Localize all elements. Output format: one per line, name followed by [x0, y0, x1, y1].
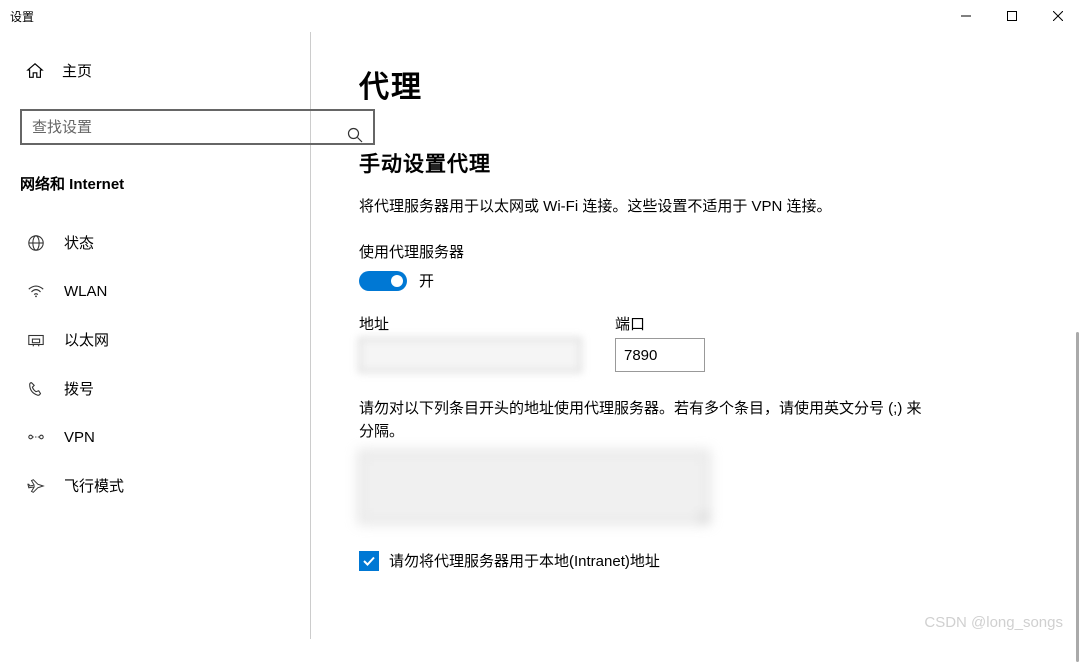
- port-input[interactable]: [615, 338, 705, 372]
- checkbox-label: 请勿将代理服务器用于本地(Intranet)地址: [389, 550, 660, 571]
- search-input[interactable]: [32, 119, 363, 136]
- exceptions-input[interactable]: [359, 451, 709, 523]
- sidebar-item-label: 飞行模式: [64, 475, 124, 496]
- port-label: 端口: [615, 313, 705, 334]
- window-title: 设置: [10, 8, 34, 25]
- wifi-icon: [26, 281, 46, 301]
- sidebar-item-vpn[interactable]: VPN: [20, 413, 310, 461]
- section-description: 将代理服务器用于以太网或 Wi-Fi 连接。这些设置不适用于 VPN 连接。: [359, 196, 1041, 217]
- proxy-toggle[interactable]: [359, 271, 407, 291]
- exceptions-description: 请勿对以下列条目开头的地址使用代理服务器。若有多个条目，请使用英文分号 (;) …: [359, 398, 929, 443]
- sidebar-item-wlan[interactable]: WLAN: [20, 267, 310, 315]
- home-icon: [26, 62, 44, 80]
- section-title: 手动设置代理: [359, 148, 1041, 178]
- toggle-label: 使用代理服务器: [359, 241, 1041, 262]
- scrollbar[interactable]: [1076, 332, 1079, 662]
- sidebar-item-label: 以太网: [64, 329, 109, 350]
- search-box[interactable]: [20, 109, 375, 145]
- sidebar-item-ethernet[interactable]: 以太网: [20, 315, 310, 364]
- vpn-icon: [26, 427, 46, 447]
- sidebar-item-airplane[interactable]: 飞行模式: [20, 461, 310, 510]
- category-header: 网络和 Internet: [20, 173, 310, 194]
- intranet-checkbox[interactable]: [359, 551, 379, 571]
- ethernet-icon: [26, 330, 46, 350]
- home-link[interactable]: 主页: [20, 52, 310, 89]
- sidebar: 主页 网络和 Internet 状态 WLAN: [0, 32, 310, 639]
- home-label: 主页: [62, 60, 92, 81]
- address-input[interactable]: [359, 338, 581, 372]
- titlebar: 设置: [0, 0, 1081, 32]
- sidebar-item-dialup[interactable]: 拨号: [20, 364, 310, 413]
- address-label: 地址: [359, 313, 581, 334]
- main-content: 代理 手动设置代理 将代理服务器用于以太网或 Wi-Fi 连接。这些设置不适用于…: [359, 32, 1081, 639]
- maximize-button[interactable]: [989, 0, 1035, 32]
- sidebar-item-label: WLAN: [64, 283, 107, 300]
- sidebar-item-label: 状态: [64, 232, 94, 253]
- sidebar-item-label: VPN: [64, 429, 95, 446]
- globe-icon: [26, 233, 46, 253]
- toggle-state-label: 开: [419, 270, 434, 291]
- minimize-button[interactable]: [943, 0, 989, 32]
- sidebar-item-label: 拨号: [64, 378, 94, 399]
- phone-icon: [26, 379, 46, 399]
- airplane-icon: [26, 476, 46, 496]
- window-controls: [943, 0, 1081, 32]
- sidebar-item-status[interactable]: 状态: [20, 218, 310, 267]
- toggle-knob: [391, 275, 403, 287]
- page-title: 代理: [359, 62, 1041, 106]
- close-button[interactable]: [1035, 0, 1081, 32]
